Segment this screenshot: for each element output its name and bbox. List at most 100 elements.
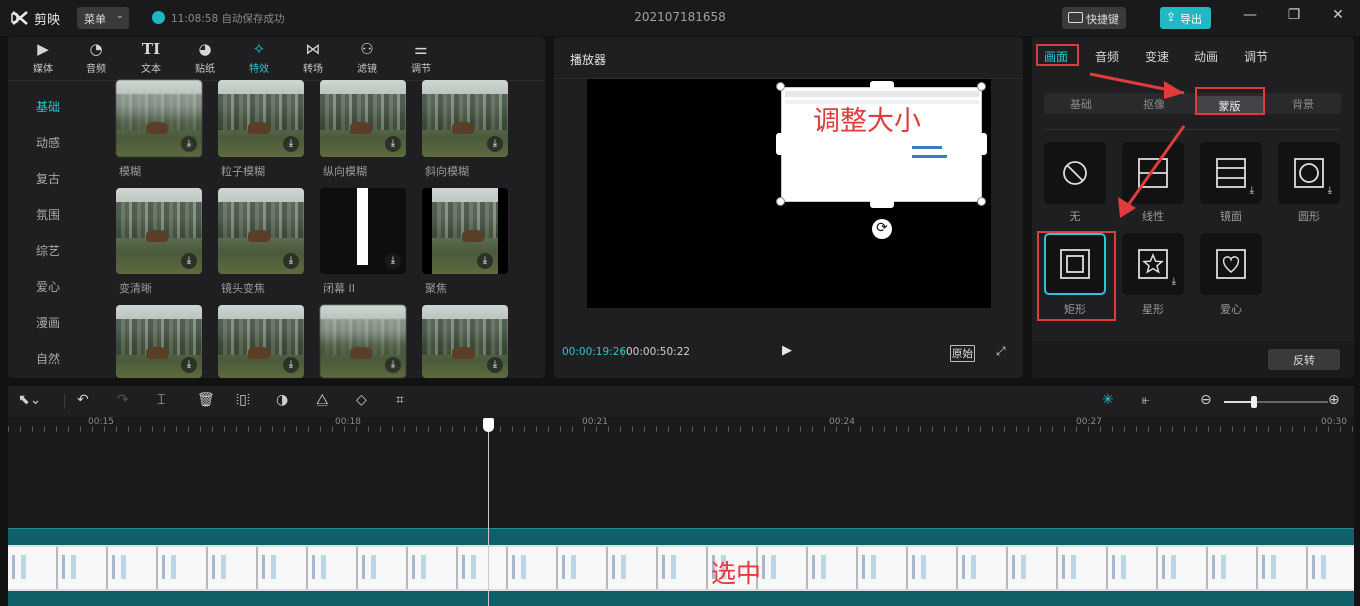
resize-handle[interactable]: [776, 82, 785, 91]
effect-thumbnail[interactable]: ⤓: [422, 305, 508, 378]
play-icon[interactable]: ▶: [782, 343, 792, 358]
export-button[interactable]: ⇪ 导出: [1160, 7, 1211, 29]
download-icon[interactable]: ⤓: [283, 357, 299, 373]
category-nature[interactable]: 自然: [8, 346, 88, 370]
mask-circle[interactable]: ⤓: [1278, 142, 1340, 204]
effect-thumbnail[interactable]: ⤓: [218, 80, 304, 157]
download-icon[interactable]: ⤓: [181, 136, 197, 152]
time-separator: |: [621, 346, 625, 358]
download-icon[interactable]: ⤓: [181, 357, 197, 373]
reverse-icon[interactable]: ◑: [276, 392, 288, 408]
resize-handle[interactable]: [776, 197, 785, 206]
export-icon: ⇪: [1166, 10, 1177, 24]
close-icon[interactable]: ✕: [1328, 7, 1348, 27]
download-icon[interactable]: ⤓: [385, 136, 401, 152]
tab-label: 文本: [141, 64, 161, 75]
tab-adjust[interactable]: ⚌ 调节: [395, 40, 447, 80]
download-icon[interactable]: ⤓: [283, 253, 299, 269]
shortcut-label: 快捷键: [1086, 13, 1119, 26]
audio-track-upper[interactable]: [8, 528, 1354, 545]
tab-adjust[interactable]: 调节: [1244, 48, 1268, 65]
resize-handle[interactable]: [870, 198, 894, 208]
download-icon[interactable]: ⤓: [385, 253, 401, 269]
download-icon[interactable]: ⤓: [1250, 185, 1254, 196]
link-icon[interactable]: ⫦: [1142, 392, 1150, 408]
mask-star[interactable]: ⤓: [1122, 233, 1184, 295]
delete-icon[interactable]: 🗑: [197, 392, 215, 408]
tab-label: 调节: [411, 64, 431, 75]
download-icon[interactable]: ⤓: [477, 253, 493, 269]
video-clip[interactable]: [8, 545, 1354, 591]
effect-thumbnail[interactable]: ⤓: [116, 188, 202, 274]
effect-thumbnail[interactable]: ⤓: [116, 80, 202, 157]
invert-button[interactable]: 反转: [1268, 349, 1340, 370]
tab-audio[interactable]: 音频: [1095, 48, 1119, 65]
snap-icon[interactable]: ✳: [1102, 392, 1114, 408]
redo-icon[interactable]: ↷: [117, 392, 129, 408]
tab-sticker[interactable]: ◕ 贴纸: [179, 40, 231, 80]
tab-speed[interactable]: 变速: [1145, 48, 1169, 65]
category-retro[interactable]: 复古: [8, 166, 88, 190]
effect-thumbnail[interactable]: ⤓: [422, 188, 508, 274]
zoom-slider-thumb[interactable]: [1251, 396, 1257, 408]
crop-icon[interactable]: ⌗: [396, 392, 404, 408]
playhead-handle[interactable]: [483, 418, 494, 432]
resize-handle[interactable]: [776, 133, 786, 155]
mask-label: 矩形: [1064, 303, 1086, 316]
effect-thumbnail[interactable]: ⤓: [422, 80, 508, 157]
tab-filter[interactable]: ⚇ 滤镜: [341, 40, 393, 80]
category-comic[interactable]: 漫画: [8, 310, 88, 334]
category-basic[interactable]: 基础: [8, 94, 88, 118]
tab-transition[interactable]: ⋈ 转场: [287, 40, 339, 80]
download-icon[interactable]: ⤓: [283, 136, 299, 152]
shortcut-button[interactable]: 快捷键: [1062, 7, 1126, 29]
subtab-background[interactable]: 背景: [1273, 96, 1333, 112]
tab-animation[interactable]: 动画: [1194, 48, 1218, 65]
tab-media[interactable]: ▶ 媒体: [17, 40, 69, 80]
resize-handle[interactable]: [977, 197, 986, 206]
category-dynamic[interactable]: 动感: [8, 130, 88, 154]
download-icon[interactable]: ⤓: [487, 357, 503, 373]
undo-icon[interactable]: ↶: [77, 392, 89, 408]
resize-handle[interactable]: [977, 82, 986, 91]
mirror-icon[interactable]: ⧋: [316, 392, 329, 408]
effect-thumbnail[interactable]: ⤓: [218, 188, 304, 274]
effect-thumbnail[interactable]: ⤓: [320, 188, 406, 274]
tab-text[interactable]: TI 文本: [125, 40, 177, 80]
tab-effects[interactable]: ✧ 特效: [233, 40, 285, 80]
mask-heart[interactable]: [1200, 233, 1262, 295]
download-icon[interactable]: ⤓: [181, 253, 197, 269]
download-icon[interactable]: ⤓: [385, 357, 401, 373]
effect-label: 模糊: [119, 165, 141, 178]
audio-waveform-track[interactable]: [8, 591, 1354, 606]
zoom-in-icon[interactable]: ⊕: [1328, 392, 1340, 408]
tab-label: 贴纸: [195, 64, 215, 75]
zoom-out-icon[interactable]: ⊖: [1200, 392, 1212, 408]
download-icon[interactable]: ⤓: [487, 136, 503, 152]
minimize-icon[interactable]: —: [1240, 7, 1260, 27]
category-love[interactable]: 爱心: [8, 274, 88, 298]
rotate-icon[interactable]: ◇: [356, 392, 367, 408]
timeline-ruler[interactable]: 00:15 00:18 00:21 00:24 00:27 00:30: [8, 417, 1354, 432]
category-variety[interactable]: 综艺: [8, 238, 88, 262]
select-pointer-icon[interactable]: ⬉⌄: [18, 392, 41, 408]
effect-thumbnail[interactable]: ⤓: [320, 305, 406, 378]
ratio-button[interactable]: 原始: [950, 345, 975, 362]
category-atmosphere[interactable]: 氛围: [8, 202, 88, 226]
rotate-icon[interactable]: ⟳: [872, 219, 892, 239]
preview-canvas[interactable]: 调整大小 ⟳: [587, 79, 991, 308]
effect-label: 聚焦: [425, 282, 447, 295]
split-icon[interactable]: ⌶: [157, 392, 165, 408]
effect-thumbnail[interactable]: ⤓: [320, 80, 406, 157]
effect-thumbnail[interactable]: ⤓: [116, 305, 202, 378]
download-icon[interactable]: ⤓: [1172, 276, 1176, 287]
resize-handle[interactable]: [977, 133, 987, 155]
fullscreen-icon[interactable]: ⤢: [996, 344, 1006, 359]
effect-thumbnail[interactable]: ⤓: [218, 305, 304, 378]
freeze-frame-icon[interactable]: ⦙▯⦙: [236, 392, 250, 408]
ruler-label: 00:21: [582, 417, 608, 427]
resize-handle[interactable]: [870, 81, 894, 91]
maximize-icon[interactable]: ❐: [1284, 7, 1304, 27]
tab-audio[interactable]: ◔ 音频: [70, 40, 122, 80]
download-icon[interactable]: ⤓: [1328, 185, 1332, 196]
